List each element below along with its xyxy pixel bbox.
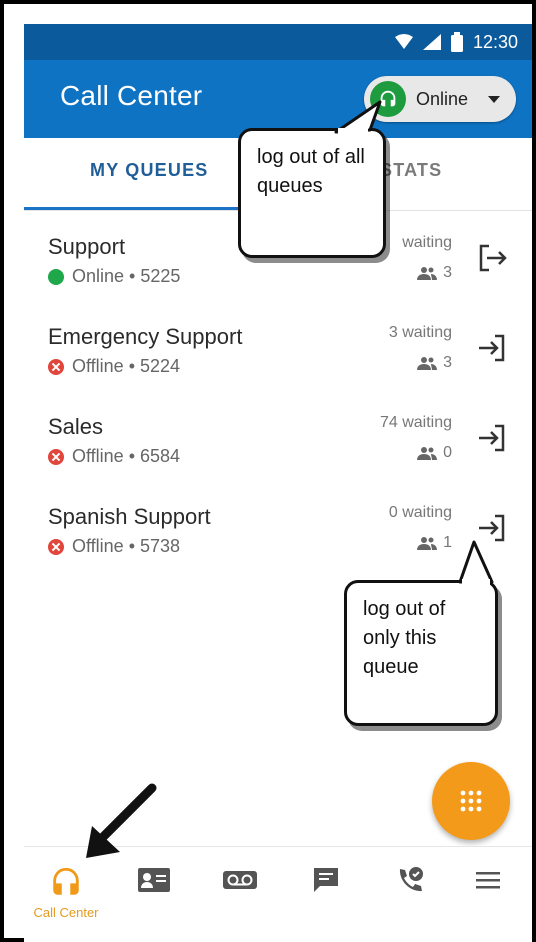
login-icon[interactable] [474, 510, 510, 546]
queue-list: Support Online • 5225 waiting 3 Emergenc… [24, 210, 532, 570]
status-bar: 12:30 [24, 24, 532, 60]
queue-status-text: Online • 5225 [72, 266, 181, 286]
nav-call-history[interactable] [382, 865, 438, 921]
queue-status-text: Offline • 5224 [72, 356, 181, 376]
queue-agent-count: 0 [443, 444, 452, 461]
queue-status-text: Offline • 5738 [72, 536, 181, 556]
menu-icon [476, 872, 500, 889]
callout-logout-all: log out of all queues [238, 128, 386, 258]
tab-stats[interactable]: STATS [380, 160, 442, 181]
phone-screen: 12:30 Call Center Online MY QUEUES STATS… [24, 24, 532, 942]
queue-agents: 3 [417, 354, 452, 372]
callout-logout-queue: log out of only this queue [344, 580, 498, 726]
queue-name: Emergency Support [48, 324, 243, 349]
app-bar: Call Center Online [24, 60, 532, 138]
nav-contacts[interactable] [126, 865, 182, 921]
people-icon [417, 357, 438, 370]
people-icon [417, 447, 438, 460]
queue-name: Support [48, 234, 126, 259]
chevron-down-icon [488, 95, 500, 103]
dialpad-icon [460, 790, 482, 812]
bottom-navigation: Call Center [24, 846, 532, 942]
logout-icon[interactable] [474, 240, 510, 276]
nav-call-center[interactable]: Call Center [33, 865, 99, 921]
nav-call-center-label: Call Center [33, 905, 99, 920]
queue-status-text: Offline • 6584 [72, 446, 181, 466]
queue-agent-count: 3 [443, 264, 452, 281]
queue-waiting: 74 waiting [379, 414, 452, 431]
screenshot-frame: 12:30 Call Center Online MY QUEUES STATS… [0, 0, 536, 942]
login-icon[interactable] [474, 420, 510, 456]
offline-status-icon [48, 448, 64, 465]
queue-agents: 3 [417, 264, 452, 282]
nav-menu[interactable] [460, 865, 516, 921]
headset-icon [53, 867, 79, 895]
wifi-icon [394, 34, 413, 49]
offline-status-icon [48, 538, 64, 555]
queue-waiting: 3 waiting [388, 324, 452, 341]
message-icon [314, 868, 338, 892]
queue-status-line: Offline • 5224 [48, 356, 180, 377]
availability-label: Online [416, 88, 469, 109]
contact-card-icon [138, 868, 170, 892]
queue-status-line: Online • 5225 [48, 266, 180, 287]
tab-my-queues[interactable]: MY QUEUES [90, 160, 209, 181]
headset-avatar-icon [370, 81, 406, 117]
voicemail-icon [223, 871, 257, 889]
queue-name: Spanish Support [48, 504, 211, 529]
nav-voicemail[interactable] [212, 865, 268, 921]
signal-icon [422, 34, 441, 50]
offline-status-icon [48, 358, 64, 375]
online-status-icon [48, 268, 64, 285]
call-history-icon [399, 867, 423, 892]
queue-agents: 1 [417, 534, 452, 552]
queue-agents: 0 [417, 444, 452, 462]
queue-row-spanish-support[interactable]: Spanish Support Offline • 5738 0 waiting… [24, 480, 532, 570]
people-icon [417, 267, 438, 280]
nav-messages[interactable] [298, 865, 354, 921]
queue-row-sales[interactable]: Sales Offline • 6584 74 waiting 0 [24, 390, 532, 480]
queue-waiting: waiting [402, 234, 452, 251]
status-icons: 12:30 [394, 24, 518, 60]
app-title: Call Center [60, 80, 203, 111]
queue-waiting: 0 waiting [388, 504, 452, 521]
queue-status-line: Offline • 5738 [48, 536, 180, 557]
queue-agent-count: 1 [443, 534, 452, 551]
queue-name: Sales [48, 414, 104, 439]
people-icon [417, 537, 438, 550]
queue-row-emergency-support[interactable]: Emergency Support Offline • 5224 3 waiti… [24, 300, 532, 390]
status-time: 12:30 [472, 31, 518, 52]
queue-agent-count: 3 [443, 354, 452, 371]
login-icon[interactable] [474, 330, 510, 366]
battery-icon [450, 32, 463, 52]
dialpad-button[interactable] [432, 762, 510, 840]
queue-status-line: Offline • 6584 [48, 446, 180, 467]
availability-dropdown[interactable]: Online [364, 76, 516, 122]
